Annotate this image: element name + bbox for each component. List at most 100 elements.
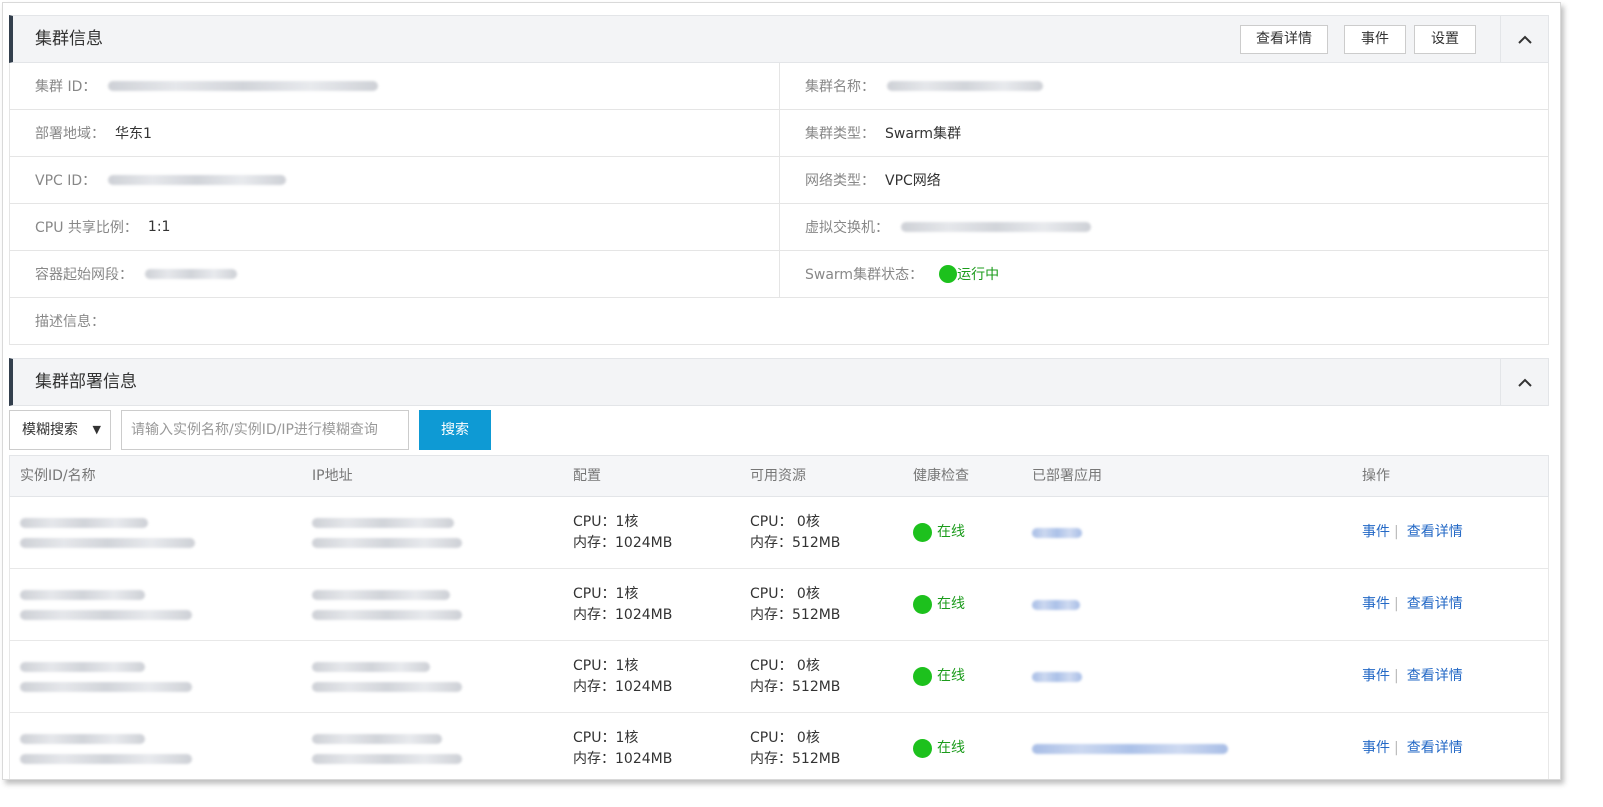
available-memory: 内存：512MB [750, 534, 841, 551]
health-cell: 在线 [913, 569, 965, 640]
public-ip-redacted [312, 733, 442, 744]
deploy-info-header: 集群部署信息 [9, 358, 1549, 406]
status-dot-icon [913, 523, 932, 542]
public-ip-redacted [312, 517, 454, 528]
health-status: 在线 [937, 524, 965, 540]
cluster-type-label: 集群类型： [805, 126, 875, 142]
collapse-deploy-info-button[interactable] [1500, 359, 1548, 405]
deployed-app-link-redacted[interactable] [1032, 527, 1082, 538]
resources-cell: CPU： 0核 内存：512MB [750, 641, 840, 712]
cluster-id-value-redacted [108, 81, 379, 91]
config-cell: CPU：1核内存：1024MB [573, 497, 672, 568]
row-events-link[interactable]: 事件 [1362, 738, 1390, 759]
private-ip-redacted [312, 537, 462, 548]
search-mode-select[interactable]: 模糊搜索 ▼ [9, 410, 111, 450]
info-row-cidr: 容器起始网段： Swarm集群状态： 运行中 [9, 251, 1549, 298]
config-cell: CPU：1核 内存：1024MB [573, 569, 672, 640]
row-details-link[interactable]: 查看详情 [1407, 666, 1463, 687]
instance-id-redacted [20, 537, 195, 548]
column-header-apps: 已部署应用 [1032, 468, 1102, 484]
info-row-vpc: VPC ID： 网络类型： VPC网络 [9, 157, 1549, 204]
row-events-link[interactable]: 事件 [1362, 666, 1390, 687]
resources-cell: CPU： 0核 内存：512MB [750, 569, 840, 640]
cluster-detail-panel: 集群信息 查看详情 事件 设置 集群 ID： 集群名称： 部署地域： 华东1 集群… [2, 2, 1561, 780]
available-memory: 内存：512MB [750, 750, 841, 767]
cluster-name-value-redacted [887, 81, 1043, 91]
chevron-up-icon [1517, 35, 1532, 44]
network-type-value: VPC网络 [885, 173, 941, 189]
action-separator: | [1394, 668, 1399, 684]
config-cpu: CPU：1核 [573, 513, 639, 530]
status-dot-icon [913, 595, 932, 614]
action-separator: | [1394, 524, 1399, 540]
instance-name-redacted [20, 589, 145, 600]
available-cpu: CPU： 0核 [750, 657, 820, 674]
actions-cell: 事件 | 查看详情 [1362, 641, 1463, 712]
ip-cell [312, 713, 462, 779]
description-label: 描述信息： [35, 314, 105, 330]
status-dot-icon [913, 739, 932, 758]
vswitch-label: 虚拟交换机： [805, 220, 889, 236]
network-type-label: 网络类型： [805, 173, 875, 189]
public-ip-redacted [312, 589, 450, 600]
instance-name-redacted [20, 661, 145, 672]
search-mode-value: 模糊搜索 [22, 422, 78, 438]
health-cell: 在线 [913, 713, 965, 779]
private-ip-redacted [312, 681, 462, 692]
cluster-id-label: 集群 ID： [35, 79, 97, 95]
settings-button[interactable]: 设置 [1414, 25, 1476, 54]
column-header-ip: IP地址 [312, 468, 353, 484]
vpc-id-value-redacted [108, 175, 287, 185]
search-input[interactable] [121, 410, 409, 450]
vswitch-value-redacted [901, 222, 1091, 232]
available-cpu: CPU： 0核 [750, 585, 820, 602]
instance-id-redacted [20, 753, 192, 764]
deployed-app-link-redacted[interactable] [1032, 671, 1082, 682]
actions-cell: 事件 | 查看详情 [1362, 569, 1463, 640]
deployed-app-link-redacted[interactable] [1032, 743, 1228, 754]
row-details-link[interactable]: 查看详情 [1407, 738, 1463, 759]
collapse-cluster-info-button[interactable] [1500, 16, 1548, 62]
apps-cell [1032, 713, 1228, 779]
config-cpu: CPU：1核 [573, 585, 639, 602]
cluster-info-title: 集群信息 [35, 29, 103, 49]
config-memory: 内存：1024MB [573, 534, 673, 551]
events-button[interactable]: 事件 [1344, 25, 1406, 54]
container-cidr-label: 容器起始网段： [35, 267, 133, 283]
swarm-status-value: 运行中 [957, 267, 1000, 283]
table-header: 实例ID/名称 IP地址 配置 可用资源 健康检查 已部署应用 操作 [9, 455, 1549, 497]
row-events-link[interactable]: 事件 [1362, 594, 1390, 615]
cluster-type-value: Swarm集群 [885, 126, 962, 142]
region-value: 华东1 [115, 126, 152, 142]
info-row-cpu-share: CPU 共享比例： 1:1 虚拟交换机： [9, 204, 1549, 251]
instance-cell [20, 569, 192, 640]
row-events-link[interactable]: 事件 [1362, 522, 1390, 543]
search-button[interactable]: 搜索 [419, 410, 491, 450]
chevron-up-icon [1517, 378, 1532, 387]
ip-cell [312, 641, 462, 712]
deployed-app-link-redacted[interactable] [1032, 599, 1080, 610]
status-dot-icon [939, 265, 958, 283]
row-details-link[interactable]: 查看详情 [1407, 522, 1463, 543]
swarm-status-label: Swarm集群状态： [805, 267, 924, 283]
region-label: 部署地域： [35, 126, 105, 142]
actions-cell: 事件 | 查看详情 [1362, 713, 1463, 779]
available-cpu: CPU： 0核 [750, 729, 820, 746]
health-status: 在线 [937, 596, 965, 612]
apps-cell [1032, 569, 1080, 640]
public-ip-redacted [312, 661, 430, 672]
container-cidr-value-redacted [145, 269, 237, 279]
row-details-link[interactable]: 查看详情 [1407, 594, 1463, 615]
column-header-actions: 操作 [1362, 468, 1390, 484]
table-row: CPU：1核 内存：1024MB CPU： 0核 内存：512MB 在线 事件 | 查看… [9, 641, 1549, 713]
resources-cell: CPU： 0核 内存：512MB [750, 497, 840, 568]
ip-cell [312, 497, 462, 568]
info-row-region: 部署地域： 华东1 集群类型： Swarm集群 [9, 110, 1549, 157]
config-cell: CPU：1核 内存：1024MB [573, 713, 672, 779]
instance-cell [20, 641, 192, 712]
cpu-share-label: CPU 共享比例： [35, 220, 138, 236]
vpc-id-label: VPC ID： [35, 173, 97, 189]
instance-name-redacted [20, 517, 148, 528]
view-details-button[interactable]: 查看详情 [1240, 25, 1328, 54]
instance-cell [20, 713, 192, 779]
